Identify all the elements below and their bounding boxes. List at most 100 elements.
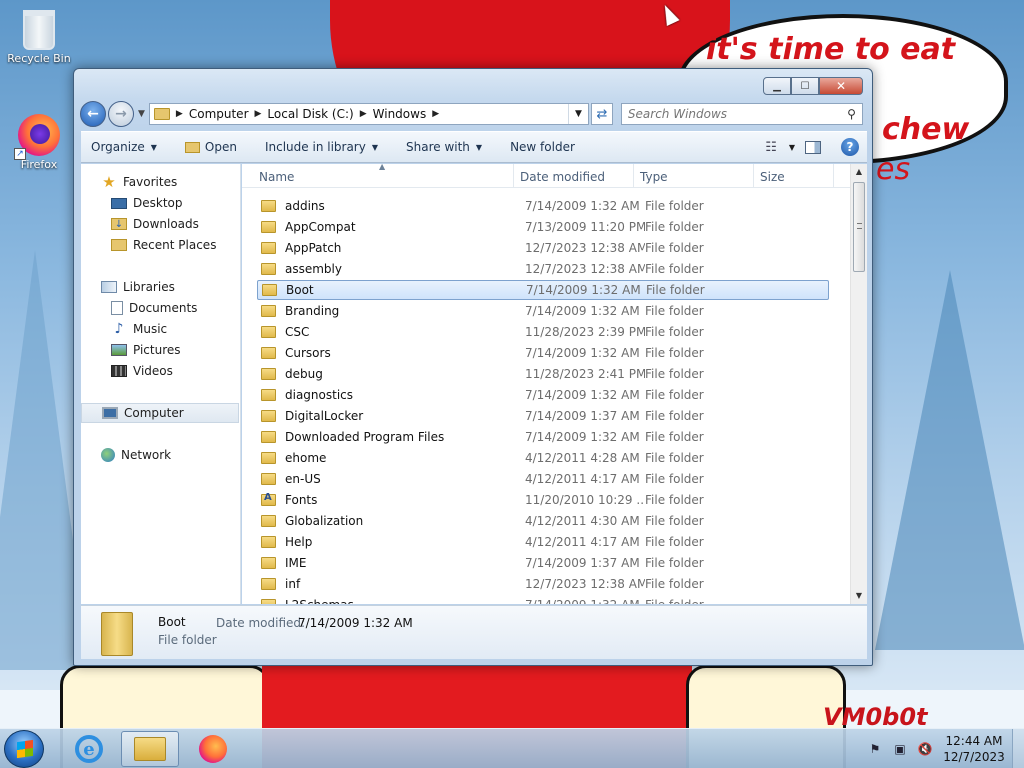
- file-row-help[interactable]: Help 4/12/2011 4:17 AM File folder: [257, 532, 829, 552]
- nav-downloads[interactable]: ↓ Downloads: [81, 214, 239, 234]
- file-row-inf[interactable]: inf 12/7/2023 12:38 AM File folder: [257, 574, 829, 594]
- file-type: File folder: [646, 283, 705, 297]
- back-button[interactable]: ←: [80, 101, 106, 127]
- nav-music[interactable]: ♪ Music: [81, 319, 239, 339]
- column-header-size[interactable]: Size: [760, 170, 785, 184]
- start-button[interactable]: [4, 730, 44, 768]
- help-icon[interactable]: ?: [841, 138, 859, 156]
- column-divider[interactable]: [513, 164, 514, 188]
- nav-recent-places[interactable]: Recent Places: [81, 235, 239, 255]
- file-row-diagnostics[interactable]: diagnostics 7/14/2009 1:32 AM File folder: [257, 385, 829, 405]
- folder-icon: [261, 473, 276, 485]
- windows-explorer-icon: [134, 737, 166, 761]
- share-with-button[interactable]: Share with ▼: [406, 140, 482, 154]
- recent-pages-dropdown[interactable]: ▼: [138, 109, 145, 119]
- forward-button[interactable]: →: [108, 101, 134, 127]
- column-divider[interactable]: [753, 164, 754, 188]
- nav-libraries[interactable]: Libraries: [81, 277, 239, 297]
- file-row-csc[interactable]: CSC 11/28/2023 2:39 PM File folder: [257, 322, 829, 342]
- nav-network[interactable]: Network: [81, 445, 239, 465]
- new-folder-button[interactable]: New folder: [510, 140, 575, 154]
- file-type: File folder: [645, 451, 704, 465]
- open-button[interactable]: Open: [184, 140, 237, 154]
- refresh-button[interactable]: ⇄: [590, 103, 613, 125]
- file-row-addins[interactable]: addins 7/14/2009 1:32 AM File folder: [257, 196, 829, 216]
- vertical-scrollbar[interactable]: ▲ ▼: [850, 164, 867, 604]
- breadcrumb-computer[interactable]: Computer: [189, 107, 249, 121]
- file-row-globalization[interactable]: Globalization 4/12/2011 4:30 AM File folde…: [257, 511, 829, 531]
- volume-muted-icon[interactable]: 🔇: [916, 741, 934, 757]
- breadcrumb-windows[interactable]: Windows: [373, 107, 427, 121]
- column-header-date-modified[interactable]: Date modified: [520, 170, 605, 184]
- nav-label: Libraries: [123, 280, 175, 294]
- breadcrumb-separator-icon[interactable]: ▶: [432, 109, 439, 119]
- fonts-folder-icon: [261, 492, 276, 506]
- network-icon: [101, 448, 115, 462]
- nav-favorites[interactable]: ★ Favorites: [81, 172, 239, 192]
- breadcrumb-separator-icon[interactable]: ▶: [176, 109, 183, 119]
- file-row-cursors[interactable]: Cursors 7/14/2009 1:32 AM File folder: [257, 343, 829, 363]
- breadcrumb-separator-icon[interactable]: ▶: [360, 109, 367, 119]
- folder-icon: [261, 599, 276, 604]
- column-header-name[interactable]: Name: [259, 170, 294, 184]
- taskbar-firefox[interactable]: [184, 731, 242, 767]
- scroll-up-arrow-icon[interactable]: ▲: [851, 164, 867, 180]
- file-row-debug[interactable]: debug 11/28/2023 2:41 PM File folder: [257, 364, 829, 384]
- nav-pictures[interactable]: Pictures: [81, 340, 239, 360]
- clock-time: 12:44 AM: [945, 734, 1003, 748]
- show-desktop-button[interactable]: [1012, 729, 1024, 768]
- taskbar-windows-explorer[interactable]: [121, 731, 179, 767]
- file-date-modified: 12/7/2023 12:38 AM: [525, 262, 645, 276]
- file-row-ime[interactable]: IME 7/14/2009 1:37 AM File folder: [257, 553, 829, 573]
- maximize-button[interactable]: ☐: [791, 77, 819, 95]
- file-row-apppatch[interactable]: AppPatch 12/7/2023 12:38 AM File folder: [257, 238, 829, 258]
- minimize-button[interactable]: ▁: [763, 77, 791, 95]
- file-row-appcompat[interactable]: AppCompat 7/13/2009 11:20 PM File folder: [257, 217, 829, 237]
- preview-pane-icon[interactable]: [805, 140, 821, 154]
- scroll-down-arrow-icon[interactable]: ▼: [851, 588, 867, 604]
- file-row-digitallocker[interactable]: DigitalLocker 7/14/2009 1:37 AM File folde…: [257, 406, 829, 426]
- file-type: File folder: [645, 598, 765, 604]
- nav-documents[interactable]: Documents: [81, 298, 239, 318]
- scrollbar-thumb[interactable]: [853, 182, 865, 272]
- file-row-downloaded-program-files[interactable]: Downloaded Program Files 7/14/2009 1:32 A…: [257, 427, 829, 447]
- organize-menu-button[interactable]: Organize ▼: [91, 140, 157, 154]
- change-view-icon[interactable]: ☷: [765, 140, 777, 155]
- address-history-dropdown[interactable]: ▼: [568, 104, 588, 124]
- search-box[interactable]: ⚲: [620, 103, 863, 125]
- nav-desktop[interactable]: Desktop: [81, 193, 239, 213]
- taskbar-internet-explorer[interactable]: e: [60, 731, 118, 767]
- file-row-boot[interactable]: Boot 7/14/2009 1:32 AM File folder: [257, 280, 829, 300]
- folder-icon: [261, 410, 276, 422]
- nav-computer[interactable]: Computer: [81, 403, 239, 423]
- file-date-modified: 4/12/2011 4:28 AM: [525, 451, 640, 465]
- column-header-type[interactable]: Type: [640, 170, 668, 184]
- network-status-icon[interactable]: ▣: [891, 741, 909, 757]
- file-row-assembly[interactable]: assembly 12/7/2023 12:38 AM File folder: [257, 259, 829, 279]
- close-button[interactable]: ✕: [819, 77, 863, 95]
- breadcrumb-local-disk[interactable]: Local Disk (C:): [267, 107, 353, 121]
- file-row-branding[interactable]: Branding 7/14/2009 1:32 AM File folder: [257, 301, 829, 321]
- file-row-ehome[interactable]: ehome 4/12/2011 4:28 AM File folder: [257, 448, 829, 468]
- file-row-en-us[interactable]: en-US 4/12/2011 4:17 AM File folder: [257, 469, 829, 489]
- taskbar-clock[interactable]: 12:44 AM 12/7/2023: [938, 733, 1010, 765]
- file-date-modified: 7/14/2009 1:32 AM: [526, 283, 641, 297]
- search-icon[interactable]: ⚲: [847, 107, 856, 121]
- desktop-icon-recycle-bin[interactable]: Recycle Bin: [4, 4, 74, 65]
- file-type: File folder: [645, 556, 704, 570]
- file-row-fonts[interactable]: Fonts 11/20/2010 10:29 ...File folder: [257, 490, 829, 510]
- file-row-l2schemas[interactable]: L2Schemas7/14/2009 1:32 AMFile folder: [257, 595, 829, 604]
- include-in-library-button[interactable]: Include in library ▼: [265, 140, 378, 154]
- breadcrumb-separator-icon[interactable]: ▶: [255, 109, 262, 119]
- action-center-flag-icon[interactable]: ⚑: [866, 741, 884, 757]
- column-divider[interactable]: [633, 164, 634, 188]
- search-input[interactable]: [627, 107, 848, 121]
- view-options-dropdown[interactable]: ▼: [789, 143, 795, 152]
- nav-videos[interactable]: Videos: [81, 361, 239, 381]
- desktop-icon-firefox[interactable]: ↗ Firefox: [4, 114, 74, 171]
- file-type: File folder: [645, 199, 704, 213]
- firefox-icon: ↗: [14, 114, 60, 160]
- column-divider[interactable]: [833, 164, 834, 188]
- toolbar-right-group: ☷ ▼ ?: [765, 138, 867, 156]
- address-bar[interactable]: ▶ Computer ▶ Local Disk (C:) ▶ Windows ▶…: [148, 103, 589, 125]
